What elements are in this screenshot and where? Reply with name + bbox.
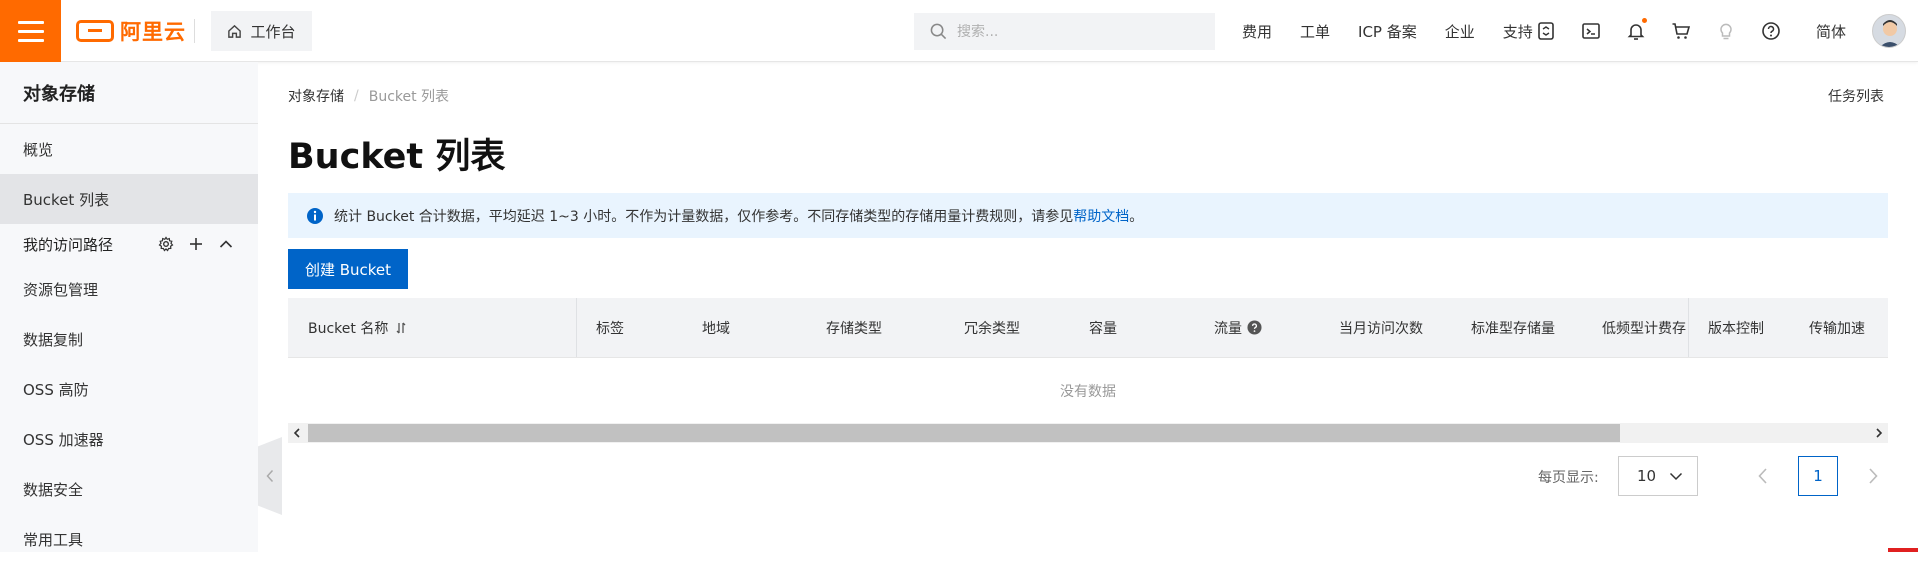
notice-end: 。: [1129, 208, 1144, 225]
column-header-storage-class: 存储类型: [826, 320, 882, 337]
page-size-label: 每页显示:: [1538, 470, 1599, 486]
scrollbar-thumb[interactable]: [308, 424, 1620, 442]
sidebar: 对象存储 概览 Bucket 列表 我的访问路径 资源包管理 数据复制 OSS …: [0, 62, 258, 552]
column-header-label: 流量: [1214, 320, 1242, 337]
sort-icon[interactable]: [394, 321, 408, 335]
notice-content: 统计 Bucket 合计数据，平均延迟 1~3 小时。不作为计量数据，仅作参考。…: [334, 206, 1143, 226]
divider: [194, 19, 195, 43]
group-tools: [158, 236, 234, 252]
column-header-bucket-name[interactable]: Bucket 名称: [308, 298, 408, 357]
sidebar-group-my-paths: 我的访问路径: [0, 224, 258, 264]
logo-text: 阿里云: [120, 20, 186, 44]
cart-icon[interactable]: [1670, 20, 1692, 42]
notice-text: 统计 Bucket 合计数据，平均延迟 1~3 小时。不作为计量数据，仅作参考。…: [334, 208, 1074, 225]
next-page-button[interactable]: [1866, 466, 1880, 490]
link-icp[interactable]: ICP 备案: [1358, 21, 1417, 42]
notification-dot: [1642, 18, 1647, 23]
column-header-region: 地域: [702, 320, 730, 337]
info-icon: [307, 207, 323, 224]
bucket-table: Bucket 名称 标签 地域 存储类型 冗余类型 容量 流量 当月访问次数 标…: [288, 298, 1888, 443]
empty-state: 没有数据: [288, 357, 1888, 423]
language-switch[interactable]: 简体: [1816, 21, 1846, 42]
column-divider: [1688, 298, 1689, 357]
column-header-monthly-visits: 当月访问次数: [1339, 320, 1423, 337]
sidebar-item-oss-anti-ddos[interactable]: OSS 高防: [0, 364, 258, 414]
column-header-versioning: 版本控制: [1708, 320, 1764, 337]
page-number-button[interactable]: 1: [1798, 456, 1838, 496]
link-enterprise[interactable]: 企业: [1445, 21, 1475, 42]
chevron-right-icon: [1869, 468, 1878, 484]
search-icon: [930, 23, 947, 40]
scroll-left-arrow[interactable]: [288, 423, 306, 443]
pagination: 每页显示: 10 1: [288, 456, 1888, 496]
breadcrumb: 对象存储 / Bucket 列表: [288, 86, 449, 106]
terminal-icon[interactable]: [1580, 20, 1602, 42]
chevron-left-icon: [266, 469, 274, 483]
column-header-transfer-acceleration: 传输加速: [1809, 320, 1865, 337]
page-title: Bucket 列表: [288, 137, 506, 177]
breadcrumb-root[interactable]: 对象存储: [288, 86, 344, 106]
sidebar-item-bucket-list[interactable]: Bucket 列表: [0, 174, 258, 224]
sidebar-title: 对象存储: [0, 62, 258, 124]
column-header-tags: 标签: [596, 320, 624, 337]
scroll-left-icon: [293, 428, 300, 438]
aliyun-logo-mark: [76, 20, 114, 42]
breadcrumb-current: Bucket 列表: [368, 89, 450, 105]
chevron-up-icon[interactable]: [218, 236, 234, 252]
chevron-left-icon: [1758, 468, 1767, 484]
sidebar-item-resource-packages[interactable]: 资源包管理: [0, 264, 258, 314]
plus-icon[interactable]: [188, 236, 204, 252]
sidebar-item-oss-accelerator[interactable]: OSS 加速器: [0, 414, 258, 464]
sidebar-item-data-replication[interactable]: 数据复制: [0, 314, 258, 364]
link-tickets[interactable]: 工单: [1300, 21, 1330, 42]
bell-icon[interactable]: [1625, 18, 1647, 42]
help-icon[interactable]: [1760, 20, 1782, 42]
horizontal-scrollbar[interactable]: [288, 423, 1888, 443]
sidebar-item-overview[interactable]: 概览: [0, 124, 258, 174]
avatar[interactable]: [1872, 14, 1906, 48]
top-navigation-bar: 阿里云 工作台 费用 工单 ICP 备案 企业 支持: [0, 0, 1918, 62]
page-size-value: 10: [1637, 467, 1657, 485]
task-list-link[interactable]: 任务列表: [1828, 86, 1884, 106]
app-icon[interactable]: [1535, 20, 1557, 42]
sidebar-item-data-security[interactable]: 数据安全: [0, 464, 258, 514]
lightbulb-icon[interactable]: [1715, 20, 1737, 42]
corner-indicator: [1888, 548, 1918, 552]
top-links: 费用 工单 ICP 备案 企业 支持: [1242, 0, 1561, 62]
link-support[interactable]: 支持: [1503, 21, 1533, 42]
table-header: Bucket 名称 标签 地域 存储类型 冗余类型 容量 流量 当月访问次数 标…: [288, 298, 1888, 357]
link-billing[interactable]: 费用: [1242, 21, 1272, 42]
column-header-capacity: 容量: [1089, 320, 1117, 337]
scroll-right-arrow[interactable]: [1870, 423, 1888, 443]
chevron-down-icon: [1669, 472, 1683, 481]
sidebar-item-common-tools[interactable]: 常用工具: [0, 514, 258, 564]
column-header-redundancy-type: 冗余类型: [964, 320, 1020, 337]
search-input[interactable]: [957, 23, 1197, 40]
breadcrumb-separator: /: [354, 88, 359, 104]
sidebar-collapse-toggle[interactable]: [258, 437, 282, 515]
help-doc-link[interactable]: 帮助文档: [1073, 209, 1129, 225]
column-header-traffic: 流量: [1214, 298, 1262, 357]
home-icon: [228, 24, 242, 38]
prev-page-button[interactable]: [1756, 466, 1770, 490]
workbench-label: 工作台: [250, 22, 296, 41]
hamburger-menu-button[interactable]: [0, 0, 61, 62]
top-icons: [1535, 0, 1782, 62]
column-divider: [576, 298, 577, 357]
column-header-label: Bucket 名称: [308, 320, 389, 337]
workbench-button[interactable]: 工作台: [211, 11, 312, 51]
help-icon[interactable]: [1247, 320, 1262, 335]
settings-gear-icon[interactable]: [158, 236, 174, 252]
create-bucket-button[interactable]: 创建 Bucket: [288, 249, 408, 289]
column-header-ia-billing-storage: 低频型计费存: [1602, 320, 1686, 337]
scroll-right-icon: [1876, 428, 1883, 438]
column-header-standard-storage: 标准型存储量: [1471, 320, 1555, 337]
info-notice: 统计 Bucket 合计数据，平均延迟 1~3 小时。不作为计量数据，仅作参考。…: [288, 193, 1888, 238]
search-box[interactable]: [914, 13, 1215, 50]
sidebar-group-label: 我的访问路径: [23, 235, 114, 254]
aliyun-logo[interactable]: 阿里云: [76, 16, 186, 46]
page-size-select[interactable]: 10: [1618, 456, 1698, 496]
